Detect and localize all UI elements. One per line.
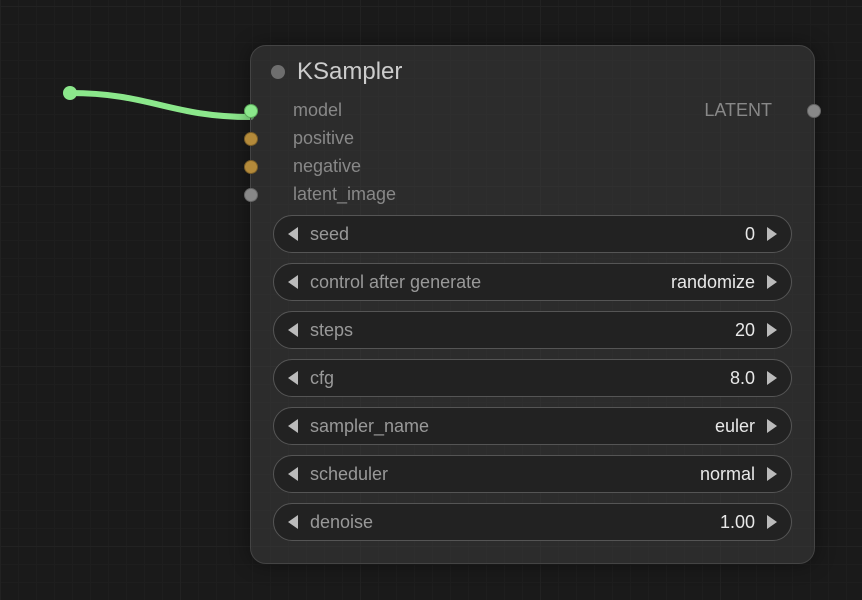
widget-scheduler[interactable]: scheduler normal [273, 455, 792, 493]
widget-steps[interactable]: steps 20 [273, 311, 792, 349]
widget-value[interactable]: normal [700, 464, 755, 485]
widget-value[interactable]: 1.00 [720, 512, 755, 533]
arrow-right-icon[interactable] [767, 467, 777, 481]
input-port-latent-image[interactable]: latent_image [269, 184, 396, 205]
input-port-model[interactable]: model [269, 100, 396, 121]
output-port-latent[interactable]: LATENT [704, 100, 796, 121]
port-label: latent_image [293, 184, 396, 205]
arrow-left-icon[interactable] [288, 515, 298, 529]
port-dot-icon[interactable] [244, 188, 258, 202]
port-dot-icon[interactable] [244, 132, 258, 146]
widget-label: sampler_name [310, 416, 429, 437]
port-dot-icon[interactable] [244, 104, 258, 118]
arrow-left-icon[interactable] [288, 323, 298, 337]
port-label: model [293, 100, 342, 121]
arrow-left-icon[interactable] [288, 227, 298, 241]
widget-cfg[interactable]: cfg 8.0 [273, 359, 792, 397]
node-title: KSampler [297, 58, 402, 86]
arrow-left-icon[interactable] [288, 371, 298, 385]
widget-value[interactable]: 0 [745, 224, 755, 245]
widget-label: cfg [310, 368, 334, 389]
arrow-right-icon[interactable] [767, 227, 777, 241]
widget-control-after-generate[interactable]: control after generate randomize [273, 263, 792, 301]
port-label: positive [293, 128, 354, 149]
port-label: LATENT [704, 100, 772, 121]
widget-label: scheduler [310, 464, 388, 485]
port-label: negative [293, 156, 361, 177]
widget-denoise[interactable]: denoise 1.00 [273, 503, 792, 541]
input-port-negative[interactable]: negative [269, 156, 396, 177]
widget-value[interactable]: 20 [735, 320, 755, 341]
widget-value[interactable]: 8.0 [730, 368, 755, 389]
widget-label: control after generate [310, 272, 481, 293]
collapse-dot-icon[interactable] [271, 65, 285, 79]
arrow-left-icon[interactable] [288, 467, 298, 481]
node-header[interactable]: KSampler [251, 46, 814, 100]
widget-value[interactable]: randomize [671, 272, 755, 293]
port-dot-icon[interactable] [244, 160, 258, 174]
arrow-right-icon[interactable] [767, 371, 777, 385]
widget-label: steps [310, 320, 353, 341]
widget-sampler-name[interactable]: sampler_name euler [273, 407, 792, 445]
arrow-right-icon[interactable] [767, 419, 777, 433]
widget-label: seed [310, 224, 349, 245]
widget-value[interactable]: euler [715, 416, 755, 437]
arrow-left-icon[interactable] [288, 419, 298, 433]
ksampler-node[interactable]: KSampler model positive negative latent_… [250, 45, 815, 564]
arrow-left-icon[interactable] [288, 275, 298, 289]
port-dot-icon[interactable] [807, 104, 821, 118]
link-endpoint-source[interactable] [63, 86, 77, 100]
widget-seed[interactable]: seed 0 [273, 215, 792, 253]
input-port-positive[interactable]: positive [269, 128, 396, 149]
arrow-right-icon[interactable] [767, 275, 777, 289]
widget-label: denoise [310, 512, 373, 533]
arrow-right-icon[interactable] [767, 515, 777, 529]
arrow-right-icon[interactable] [767, 323, 777, 337]
